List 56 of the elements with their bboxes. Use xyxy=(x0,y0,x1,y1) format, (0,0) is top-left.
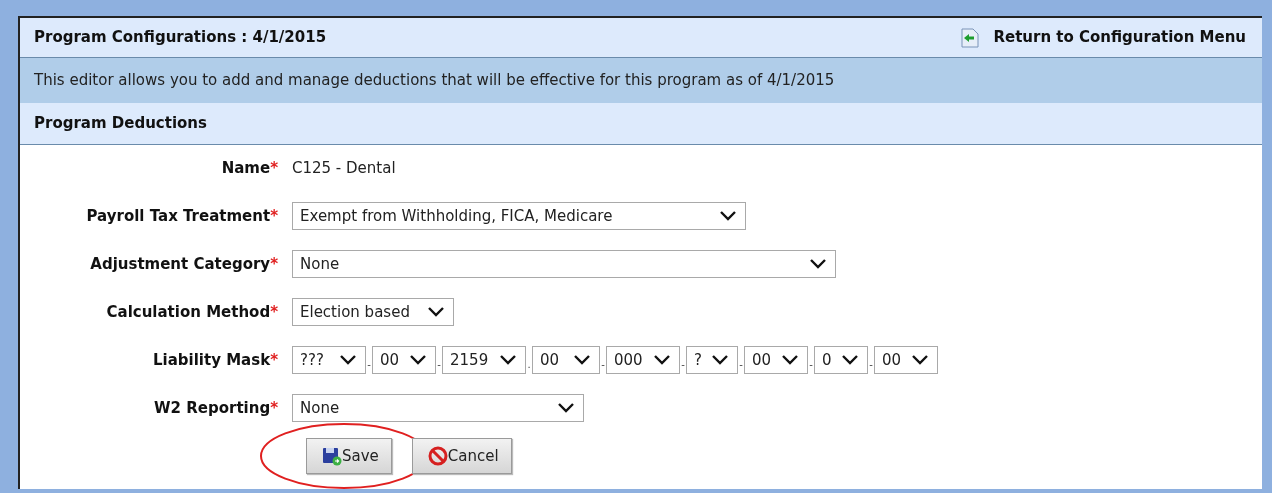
dropdown[interactable]: 00 xyxy=(372,346,436,374)
chevron-down-icon xyxy=(809,258,827,270)
dropdown[interactable]: Exempt from Withholding, FICA, Medicare xyxy=(292,202,746,230)
return-link[interactable]: Return to Configuration Menu xyxy=(961,26,1246,49)
required-asterisk: * xyxy=(270,351,278,369)
dropdown[interactable]: Election based xyxy=(292,298,454,326)
field-label: Adjustment Category xyxy=(90,255,271,273)
save-disk-icon xyxy=(322,446,342,466)
chevron-down-icon xyxy=(339,354,357,366)
dropdown[interactable]: 00 xyxy=(744,346,808,374)
separator: - xyxy=(680,358,686,372)
separator: - xyxy=(808,358,814,372)
required-asterisk: * xyxy=(270,303,278,321)
field-label: Calculation Method xyxy=(106,303,271,321)
separator: - xyxy=(868,358,874,372)
chevron-down-icon xyxy=(911,354,929,366)
chevron-down-icon xyxy=(427,306,445,318)
dropdown[interactable]: None xyxy=(292,250,836,278)
section-title: Program Deductions xyxy=(34,113,207,135)
dropdown[interactable]: ??? xyxy=(292,346,366,374)
dropdown[interactable]: 00 xyxy=(532,346,600,374)
required-asterisk: * xyxy=(270,399,278,417)
dropdown[interactable]: 00 xyxy=(874,346,938,374)
chevron-down-icon xyxy=(573,354,591,366)
separator: - xyxy=(366,358,372,372)
no-entry-icon xyxy=(427,446,448,466)
chevron-down-icon xyxy=(711,354,729,366)
field-label: W2 Reporting xyxy=(154,399,271,417)
chevron-down-icon xyxy=(719,210,737,222)
field-value: C125 - Dental xyxy=(292,157,396,179)
chevron-down-icon xyxy=(557,402,575,414)
dropdown[interactable]: 0 xyxy=(814,346,868,374)
dropdown[interactable]: None xyxy=(292,394,584,422)
required-asterisk: * xyxy=(270,159,278,177)
chevron-down-icon xyxy=(409,354,427,366)
separator: - xyxy=(436,358,442,372)
required-asterisk: * xyxy=(270,255,278,273)
separator: - xyxy=(600,358,606,372)
separator: - xyxy=(738,358,744,372)
field-label: Payroll Tax Treatment xyxy=(86,207,271,225)
separator: . xyxy=(526,358,532,372)
dropdown[interactable]: 2159 xyxy=(442,346,526,374)
field-label: Liability Mask xyxy=(153,351,271,369)
description-text: This editor allows you to add and manage deductions that will be effective for this program as of 4/1/2015 xyxy=(34,70,835,92)
dropdown[interactable]: 000 xyxy=(606,346,680,374)
save-button[interactable]: Save xyxy=(306,438,392,474)
back-page-icon xyxy=(961,27,980,48)
required-asterisk: * xyxy=(270,207,278,225)
chevron-down-icon xyxy=(653,354,671,366)
chevron-down-icon xyxy=(499,354,517,366)
dropdown[interactable]: ? xyxy=(686,346,738,374)
chevron-down-icon xyxy=(841,354,859,366)
cancel-button[interactable]: Cancel xyxy=(411,438,512,474)
field-label: Name xyxy=(221,159,271,177)
chevron-down-icon xyxy=(781,354,799,366)
page-title: Program Configurations : 4/1/2015 xyxy=(34,27,327,49)
